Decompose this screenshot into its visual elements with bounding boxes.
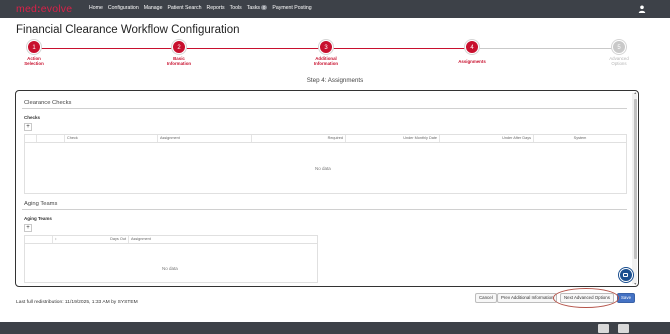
step-circle: 3 <box>319 40 333 54</box>
column-header-under-monthly-date[interactable]: Under Monthly Date <box>346 135 440 142</box>
annotation-circle <box>553 288 619 308</box>
checks-no-data: No data <box>315 166 331 171</box>
grid-header-spacer <box>25 135 37 142</box>
step-additional-information[interactable]: 3 Additional Information <box>296 40 356 66</box>
scroll-down-arrow-icon[interactable]: ▼ <box>634 282 637 286</box>
aging-teams-title: Aging Teams <box>24 201 58 207</box>
step-label: Basic Information <box>149 56 209 66</box>
column-header-under-after-days[interactable]: Under After Days <box>440 135 534 142</box>
nav-tools[interactable]: Tools <box>230 5 242 11</box>
step-label-line2: Information <box>313 61 339 67</box>
column-header-check[interactable]: Check <box>65 135 158 142</box>
checks-subtitle: Checks <box>24 115 41 120</box>
step-label-line2: Selection <box>24 61 44 67</box>
prev-additional-information-button[interactable]: Prev Additional Information <box>497 293 558 303</box>
nav-patient-search[interactable]: Patient Search <box>167 5 201 11</box>
column-header-days-out[interactable]: ↕ Days Out <box>53 236 129 243</box>
step-label-line2: Options <box>611 61 627 67</box>
step-advanced-options[interactable]: 5 Advanced Options <box>589 40 649 66</box>
step-circle: 1 <box>27 40 41 54</box>
checks-grid: Check Assignment Required Under Monthly … <box>24 134 627 194</box>
nav-tasks[interactable]: Tasks 0 <box>247 5 268 11</box>
chat-icon[interactable] <box>619 268 633 282</box>
nav-home[interactable]: Home <box>89 5 103 11</box>
step-basic-information[interactable]: 2 Basic Information <box>149 40 209 66</box>
grid-header-spacer <box>25 236 53 243</box>
add-check-button[interactable]: + <box>24 123 32 131</box>
column-header-system[interactable]: System <box>534 135 626 142</box>
step-label: Action Selection <box>4 56 64 66</box>
chat-bubble-shape <box>623 272 628 277</box>
step-circle: 2 <box>172 40 186 54</box>
days-out-label: Days Out <box>110 237 126 241</box>
logo-right: evolve <box>40 3 73 15</box>
clearance-checks-title: Clearance Checks <box>24 100 72 106</box>
grid-header-spacer <box>37 135 65 142</box>
app-logo[interactable]: med:evolve <box>16 3 72 15</box>
column-header-assignment[interactable]: Assignment <box>129 236 317 243</box>
step-label-line1: Assignments <box>458 59 486 64</box>
step-label: Advanced Options <box>589 56 649 66</box>
step-label-line2: Information <box>166 61 192 67</box>
nav-tasks-label: Tasks <box>246 5 261 11</box>
assignments-panel: ▲ ▼ Clearance Checks Checks + Check Assi… <box>15 90 639 287</box>
last-redistribution-text: Last full redistribution: 11/19/2025, 1:… <box>16 300 138 305</box>
taskbar-window-icon[interactable] <box>598 324 609 333</box>
step-action-selection[interactable]: 1 Action Selection <box>4 40 64 66</box>
step-label: Assignments <box>442 59 502 64</box>
column-header-assignment[interactable]: Assignment <box>158 135 252 142</box>
save-button[interactable]: Save <box>617 293 636 303</box>
bottom-strip <box>0 322 670 334</box>
nav-payment-posting[interactable]: Payment Posting <box>272 5 311 11</box>
scrollbar-thumb[interactable] <box>634 99 637 259</box>
cancel-button[interactable]: Cancel <box>475 293 497 303</box>
checks-grid-header: Check Assignment Required Under Monthly … <box>25 135 626 143</box>
main-nav: Home Configuration Manage Patient Search… <box>89 5 312 11</box>
divider <box>22 209 627 210</box>
nav-manage[interactable]: Manage <box>144 5 163 11</box>
page-title: Financial Clearance Workflow Configurati… <box>16 24 240 36</box>
step-circle: 4 <box>465 40 479 54</box>
divider <box>22 108 627 109</box>
sort-icon: ↕ <box>55 237 57 241</box>
aging-teams-subtitle: Aging Teams <box>24 216 52 221</box>
step-heading: Step 4: Assignments <box>306 77 364 84</box>
nav-configuration[interactable]: Configuration <box>108 5 139 11</box>
aging-teams-grid: ↕ Days Out Assignment <box>24 235 318 283</box>
logo-left: med <box>16 3 38 15</box>
nav-reports[interactable]: Reports <box>206 5 224 11</box>
top-nav-bar: med:evolve Home Configuration Manage Pat… <box>0 0 670 18</box>
taskbar-window-icon[interactable] <box>618 324 629 333</box>
add-aging-team-button[interactable]: + <box>24 224 32 232</box>
column-header-required[interactable]: Required <box>252 135 346 142</box>
step-circle: 5 <box>612 40 626 54</box>
stepper-line-complete <box>34 48 472 49</box>
aging-grid-header: ↕ Days Out Assignment <box>25 236 317 244</box>
aging-no-data: No data <box>162 266 178 271</box>
step-label: Additional Information <box>296 56 356 66</box>
user-icon[interactable] <box>638 5 646 13</box>
scroll-up-arrow-icon[interactable]: ▲ <box>634 91 637 95</box>
tasks-count-badge: 0 <box>261 5 268 10</box>
step-assignments[interactable]: 4 Assignments <box>442 40 502 64</box>
